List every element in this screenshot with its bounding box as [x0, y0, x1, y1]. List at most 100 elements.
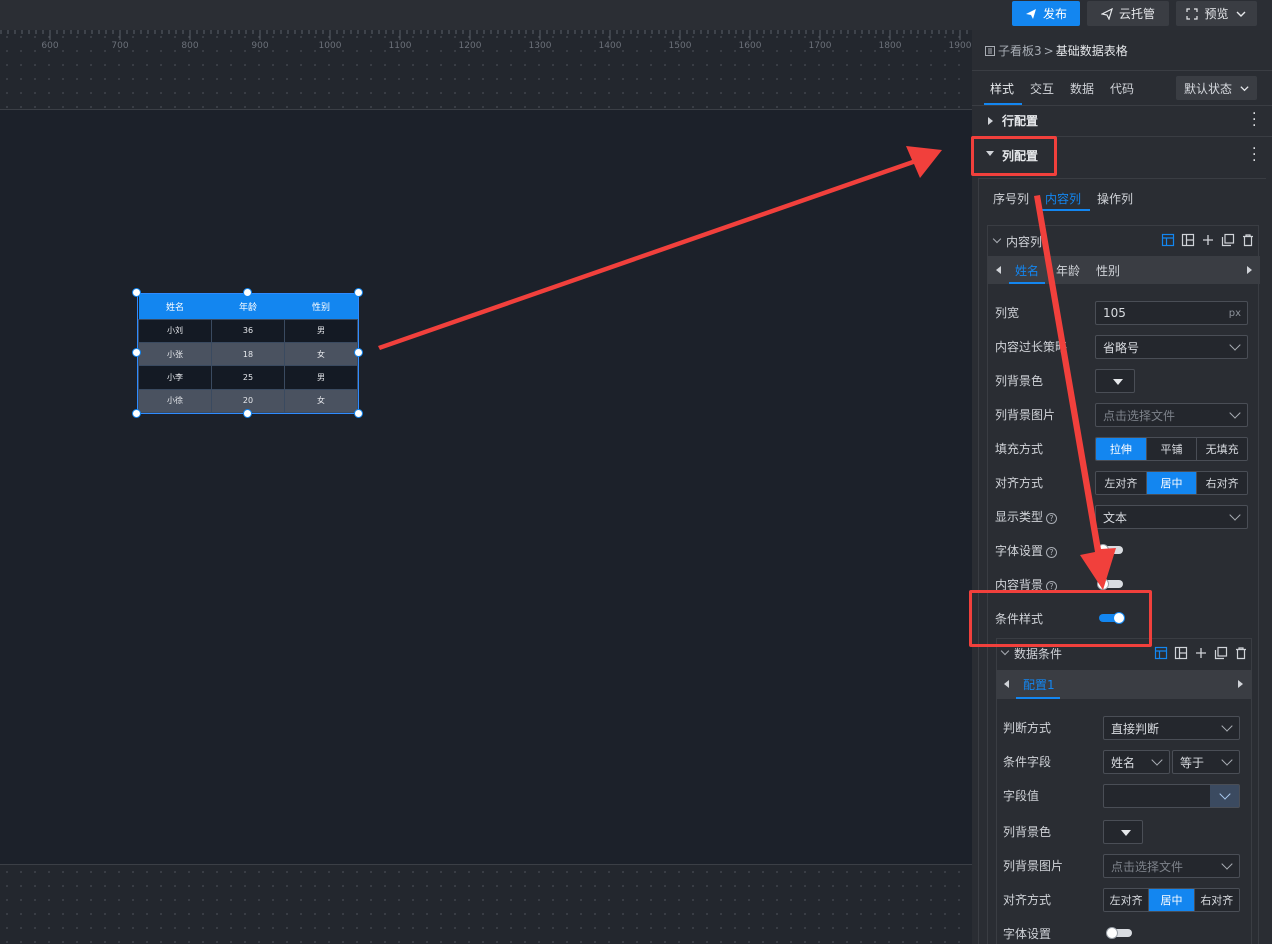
chevron-down-icon: [1240, 86, 1249, 92]
cond-bg-image-select[interactable]: 点击选择文件: [1103, 854, 1240, 878]
cond-field-select[interactable]: 姓名: [1103, 750, 1170, 774]
data-table-widget[interactable]: 姓名 年龄 性别 小刘 36 男 小张 18 女 小李 25 男 小徐 20 女: [137, 293, 359, 414]
resize-handle-w[interactable]: [132, 348, 141, 357]
align-option-right[interactable]: 右对齐: [1197, 472, 1247, 494]
grid-layout-icon[interactable]: [1181, 233, 1195, 247]
fill-mode-segmented: 拉伸 平铺 无填充: [1095, 437, 1248, 461]
caret-left-icon[interactable]: [996, 266, 1001, 274]
top-ruler: 600 700 800 900 1000 1100 1200 1300 1400 1500 1600…: [0, 30, 972, 110]
ruler-label: 900: [251, 41, 269, 51]
cond-operator-select[interactable]: 等于: [1172, 750, 1240, 774]
ruler-label: 1900: [948, 41, 972, 51]
judge-mode-select[interactable]: 直接判断: [1103, 716, 1240, 740]
plus-icon[interactable]: [1201, 233, 1215, 247]
display-type-value: 文本: [1103, 510, 1128, 525]
tab-interaction[interactable]: 交互: [1030, 80, 1054, 97]
display-type-select[interactable]: 文本: [1095, 505, 1248, 529]
cloud-hosting-button[interactable]: 云托管: [1087, 1, 1169, 26]
more-vertical-icon[interactable]: · · ·: [1252, 142, 1256, 168]
cond-align-option-right[interactable]: 右对齐: [1194, 889, 1239, 911]
display-type-text: 显示类型: [995, 510, 1044, 524]
field-value-dropdown-button[interactable]: [1210, 785, 1239, 807]
chevron-down-icon: [1219, 788, 1231, 800]
config-tab-1[interactable]: 配置1: [1023, 676, 1055, 693]
table-cell: 小刘: [138, 318, 212, 343]
judge-mode-value: 直接判断: [1111, 721, 1160, 736]
tab-style[interactable]: 样式: [990, 80, 1014, 97]
resize-handle-se[interactable]: [354, 409, 363, 418]
cond-align-option-left[interactable]: 左对齐: [1104, 889, 1150, 911]
caret-right-icon[interactable]: [1238, 680, 1243, 688]
more-vertical-icon[interactable]: · · ·: [1252, 107, 1256, 133]
send-icon: [1025, 8, 1036, 19]
content-column-box: 内容列 姓名 年龄 性别 列宽 105 px 内容过长策略 省略号 列背景色 列…: [987, 225, 1260, 944]
cond-font-label: 字体设置: [1003, 927, 1052, 941]
caret-left-icon[interactable]: [1004, 680, 1009, 688]
table-row: 小李 25 男: [138, 365, 358, 390]
design-canvas[interactable]: 600 700 800 900 1000 1100 1200 1300 1400 1500 1600…: [0, 30, 972, 944]
tab-index-column[interactable]: 序号列: [993, 190, 1029, 207]
grid-layout-icon[interactable]: [1174, 646, 1188, 660]
col-bg-image-select[interactable]: 点击选择文件: [1095, 403, 1248, 427]
help-icon[interactable]: ?: [1046, 513, 1058, 524]
resize-handle-n[interactable]: [243, 288, 252, 297]
table-cell: 25: [211, 365, 285, 390]
resize-handle-nw[interactable]: [132, 288, 141, 297]
chevron-down-icon[interactable]: [1000, 646, 1010, 656]
trash-icon[interactable]: [1241, 233, 1255, 247]
content-bg-toggle[interactable]: [1097, 578, 1123, 590]
tab-action-column[interactable]: 操作列: [1097, 190, 1133, 207]
plus-icon[interactable]: [1194, 646, 1208, 660]
preview-button[interactable]: 预览: [1176, 1, 1257, 26]
font-setting-toggle[interactable]: [1097, 544, 1123, 556]
breadcrumb-separator: >: [1043, 43, 1054, 58]
table-cell: 18: [211, 341, 285, 367]
col-width-input[interactable]: 105 px: [1095, 301, 1248, 325]
fill-option-none[interactable]: 无填充: [1197, 438, 1247, 460]
help-icon[interactable]: ?: [1046, 547, 1058, 558]
align-option-left[interactable]: 左对齐: [1096, 472, 1147, 494]
field-tab-gender[interactable]: 性别: [1096, 262, 1120, 279]
caret-right-icon: [988, 117, 993, 125]
chevron-down-icon[interactable]: [992, 234, 1002, 244]
resize-handle-e[interactable]: [354, 348, 363, 357]
table-layout-icon[interactable]: [1154, 646, 1168, 660]
active-tab-indicator: [1038, 209, 1090, 211]
trash-icon[interactable]: [1234, 646, 1248, 660]
fullscreen-icon: [1186, 7, 1199, 20]
publish-label: 发布: [1042, 7, 1067, 21]
state-select[interactable]: 默认状态: [1176, 76, 1257, 100]
col-bg-color-picker[interactable]: [1095, 369, 1135, 393]
cond-bg-color-picker[interactable]: [1103, 820, 1143, 844]
field-tab-name[interactable]: 姓名: [1015, 262, 1039, 279]
cond-font-toggle[interactable]: [1106, 927, 1132, 939]
copy-icon[interactable]: [1214, 646, 1228, 660]
align-option-center[interactable]: 居中: [1146, 472, 1198, 494]
tab-data[interactable]: 数据: [1070, 80, 1094, 97]
col-bg-image-label: 列背景图片: [995, 408, 1056, 422]
resize-handle-ne[interactable]: [354, 288, 363, 297]
table-layout-icon[interactable]: [1161, 233, 1175, 247]
col-width-value: 105: [1103, 306, 1126, 320]
panel-scrollbar[interactable]: [1266, 178, 1271, 944]
publish-button[interactable]: 发布: [1012, 1, 1080, 26]
row-config-header[interactable]: 行配置 · · ·: [972, 106, 1272, 136]
field-tab-age[interactable]: 年龄: [1056, 262, 1080, 279]
fill-option-stretch[interactable]: 拉伸: [1096, 438, 1147, 460]
tab-code[interactable]: 代码: [1110, 80, 1134, 97]
tab-content-column[interactable]: 内容列: [1045, 190, 1081, 207]
field-value-input[interactable]: [1103, 784, 1240, 808]
overflow-value: 省略号: [1103, 340, 1140, 355]
overflow-select[interactable]: 省略号: [1095, 335, 1248, 359]
ruler-label: 1000: [318, 41, 342, 51]
copy-icon[interactable]: [1221, 233, 1235, 247]
resize-handle-sw[interactable]: [132, 409, 141, 418]
caret-right-icon[interactable]: [1247, 266, 1252, 274]
resize-handle-s[interactable]: [243, 409, 252, 418]
breadcrumb-current: 基础数据表格: [1055, 44, 1128, 58]
breadcrumb-parent[interactable]: 子看板3: [998, 42, 1042, 59]
cond-align-option-center[interactable]: 居中: [1149, 889, 1195, 911]
fill-option-tile[interactable]: 平铺: [1146, 438, 1198, 460]
font-setting-label: 字体设置?: [995, 542, 1058, 559]
toggle-knob: [1097, 544, 1109, 556]
